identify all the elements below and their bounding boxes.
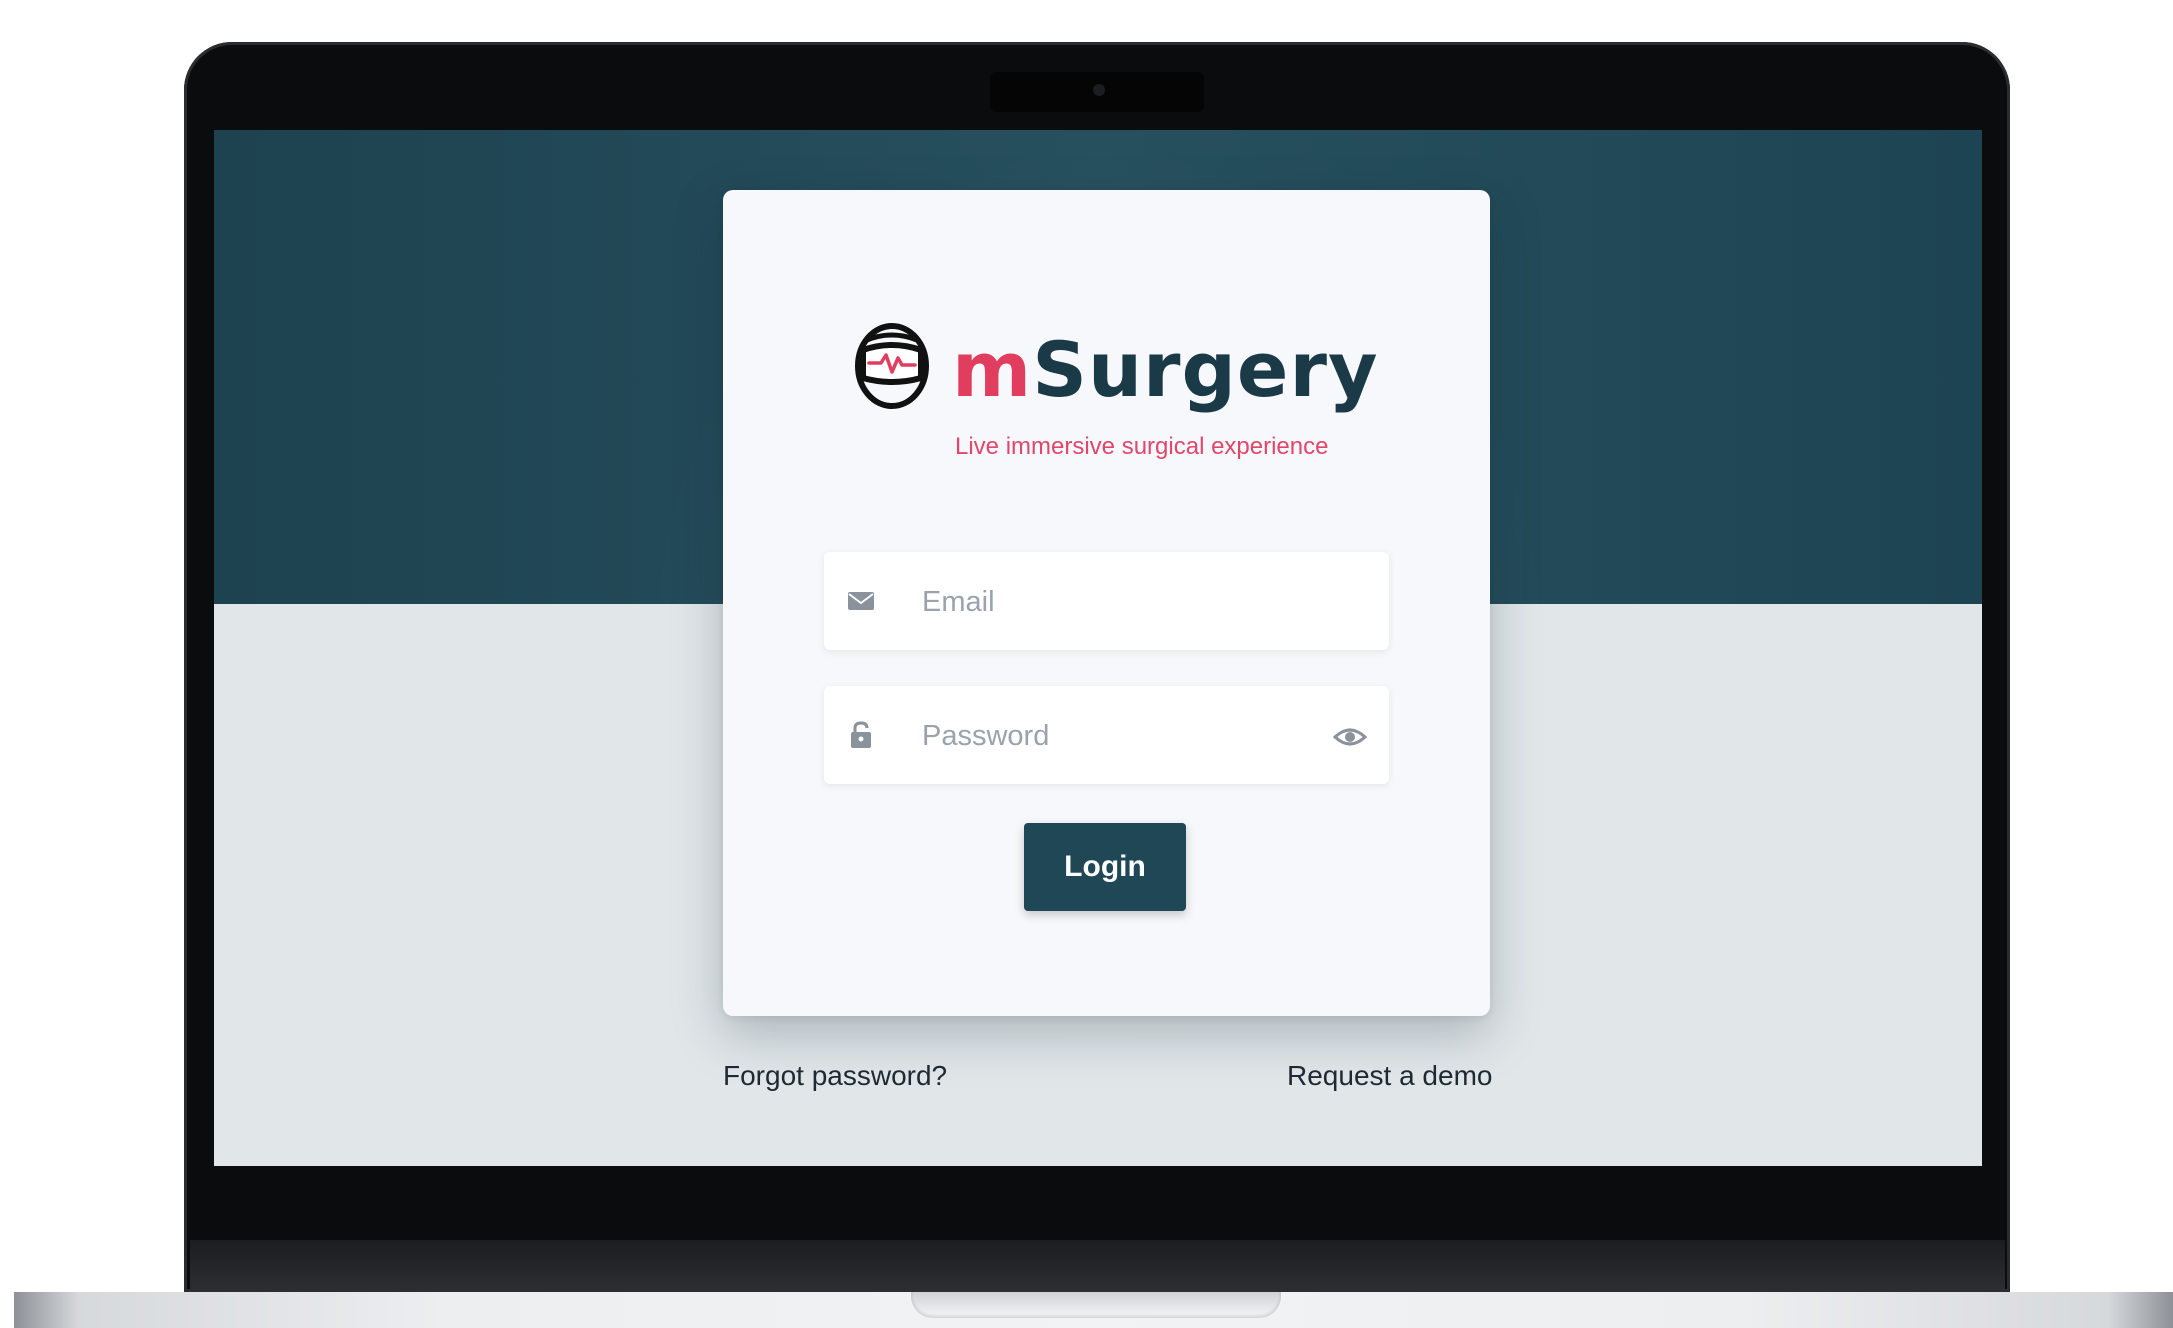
password-field[interactable] (824, 686, 1389, 786)
brand-name: mSurgery (952, 322, 1379, 418)
brand-logo: mSurgery Live immersive surgical experie… (851, 320, 1411, 470)
screen: mSurgery Live immersive surgical experie… (214, 130, 1982, 1166)
lock-icon (851, 721, 871, 748)
email-field[interactable] (824, 552, 1389, 652)
request-demo-link[interactable]: Request a demo (1287, 1060, 1492, 1092)
eye-icon[interactable] (1333, 722, 1367, 752)
camera-icon (1093, 84, 1105, 96)
email-input[interactable] (920, 552, 1324, 652)
login-button[interactable]: Login (1024, 823, 1186, 911)
stage: mSurgery Live immersive surgical experie… (0, 0, 2173, 1328)
tagline: Live immersive surgical experience (955, 433, 1329, 460)
bottom-bezel (190, 1240, 2005, 1292)
vr-headset-icon (855, 323, 929, 409)
brand-name-prefix: m (952, 325, 1033, 414)
envelope-icon (848, 592, 874, 610)
password-input[interactable] (920, 686, 1324, 786)
forgot-password-link[interactable]: Forgot password? (723, 1060, 947, 1092)
login-card: mSurgery Live immersive surgical experie… (723, 190, 1490, 1016)
trackpad-notch (911, 1292, 1281, 1318)
brand-name-suffix: Surgery (1032, 325, 1379, 414)
